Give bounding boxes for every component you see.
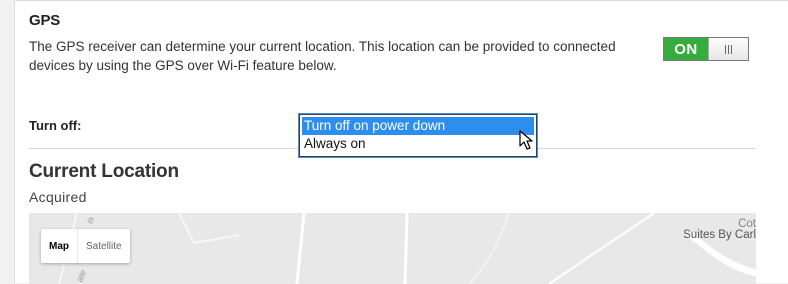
turn-off-label: Turn off: [29,118,82,133]
option-always-on[interactable]: Always on [300,135,536,153]
map-view-button[interactable]: Map [41,229,77,263]
poi-label: Cot Suites By Carl [683,218,756,241]
mouse-pointer-icon [519,130,533,150]
location-status: Acquired [29,189,87,205]
gps-description: The GPS receiver can determine your curr… [29,39,616,73]
gps-toggle-switch[interactable]: ON [663,37,749,61]
grip-icon [725,44,732,54]
toggle-knob[interactable] [708,38,748,60]
turn-off-dropdown-list[interactable]: Turn off on power down Always on [299,114,537,157]
satellite-view-button[interactable]: Satellite [77,229,130,263]
gps-section-title: GPS [29,12,61,29]
map-type-control: Map Satellite [41,229,130,263]
toggle-on-label: ON [664,38,708,60]
poi-label-name: Suites By Carl [683,229,756,241]
gps-settings-panel: GPS The GPS receiver can determine your … [14,0,788,284]
option-turn-off-on-power-down[interactable]: Turn off on power down [302,117,534,135]
location-map[interactable]: is ate Map Satellite Cot Suites By Carl [29,213,756,284]
map-roads [29,213,756,284]
current-location-title: Current Location [29,161,179,182]
